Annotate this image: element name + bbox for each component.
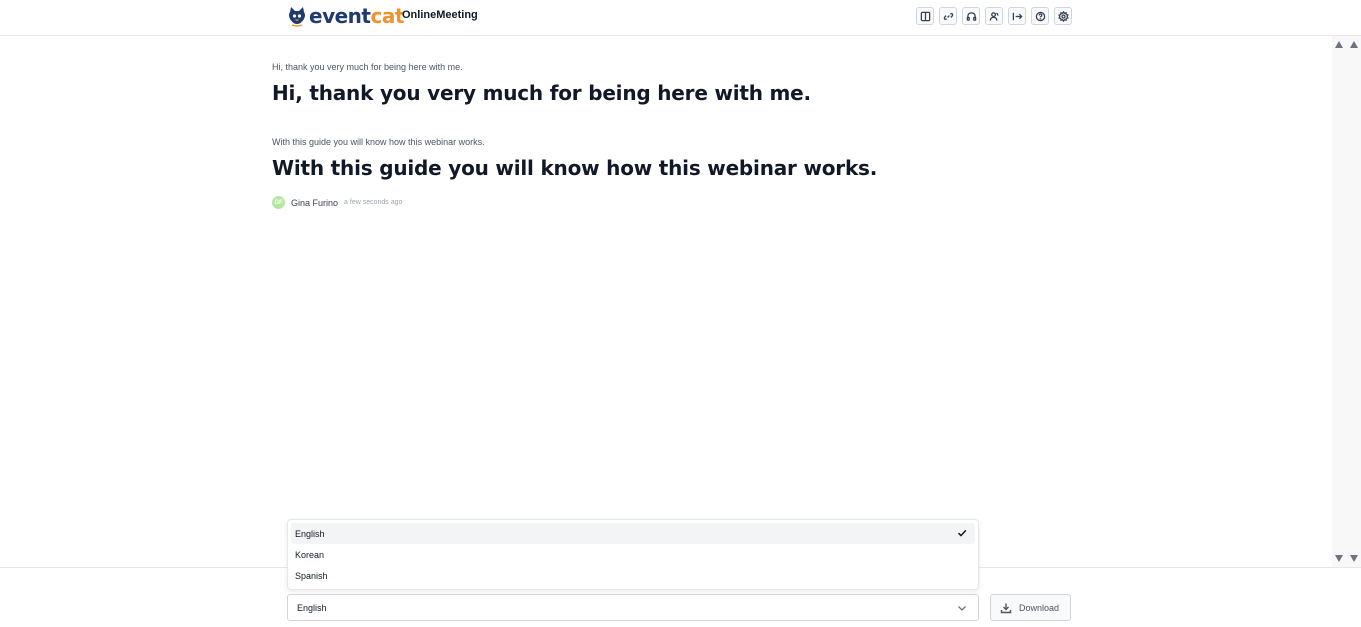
chevron-down-icon (957, 603, 967, 613)
timestamp: a few seconds ago (344, 199, 403, 206)
app-name: OnlineMeeting (402, 9, 478, 21)
layout-toggle-button[interactable] (916, 7, 934, 25)
avatar: GF (272, 196, 285, 209)
language-select-value: English (297, 602, 327, 613)
app-header: eventcat OnlineMeeting (0, 0, 1361, 36)
language-option-english[interactable]: English (291, 523, 975, 544)
language-dropdown-menu: English Korean Spanish (287, 519, 979, 590)
original-text: Hi, thank you very much for being here w… (272, 62, 463, 72)
download-icon (1000, 603, 1012, 613)
checkmark-icon (957, 528, 967, 538)
original-text: With this guide you will know how this w… (272, 137, 485, 147)
participants-button[interactable] (985, 7, 1003, 25)
language-select[interactable]: English (287, 594, 979, 621)
transcript-entry: Hi, thank you very much for being here w… (272, 62, 811, 105)
cat-logo-icon (286, 5, 308, 27)
layout-columns-icon (920, 11, 930, 21)
option-label: Spanish (295, 570, 328, 581)
users-icon (989, 11, 998, 21)
scroll-down-arrow-icon[interactable] (1350, 555, 1358, 562)
translated-text: With this guide you will know how this w… (272, 156, 878, 180)
translated-text: Hi, thank you very much for being here w… (272, 81, 811, 105)
language-option-korean[interactable]: Korean (291, 544, 975, 565)
headphones-icon (966, 11, 976, 21)
exit-button[interactable] (1008, 7, 1026, 25)
brand-logo[interactable]: eventcat (286, 5, 404, 27)
link-icon (943, 12, 953, 20)
help-icon (1035, 11, 1045, 21)
help-button[interactable] (1031, 7, 1049, 25)
share-link-button[interactable] (939, 7, 957, 25)
download-label: Download (1019, 602, 1060, 613)
speaker-name: Gina Furino (291, 197, 339, 208)
audio-button[interactable] (962, 7, 980, 25)
speaker-info: GF Gina Furino a few seconds ago (272, 196, 402, 209)
logo-wordmark: eventcat (309, 4, 404, 28)
option-label: English (295, 528, 325, 539)
exit-icon (1012, 12, 1023, 20)
language-option-spanish[interactable]: Spanish (291, 565, 975, 586)
scroll-down-arrow-icon[interactable] (1335, 555, 1343, 562)
settings-icon (1057, 10, 1069, 22)
settings-button[interactable] (1054, 7, 1072, 25)
download-button[interactable]: Download (990, 594, 1071, 621)
scroll-up-arrow-icon[interactable] (1335, 41, 1343, 48)
transcript-entry: With this guide you will know how this w… (272, 137, 877, 180)
option-label: Korean (295, 549, 325, 560)
vertical-scrollbar[interactable] (1332, 36, 1361, 567)
header-toolbar (916, 7, 1072, 25)
scroll-up-arrow-icon[interactable] (1350, 41, 1358, 48)
